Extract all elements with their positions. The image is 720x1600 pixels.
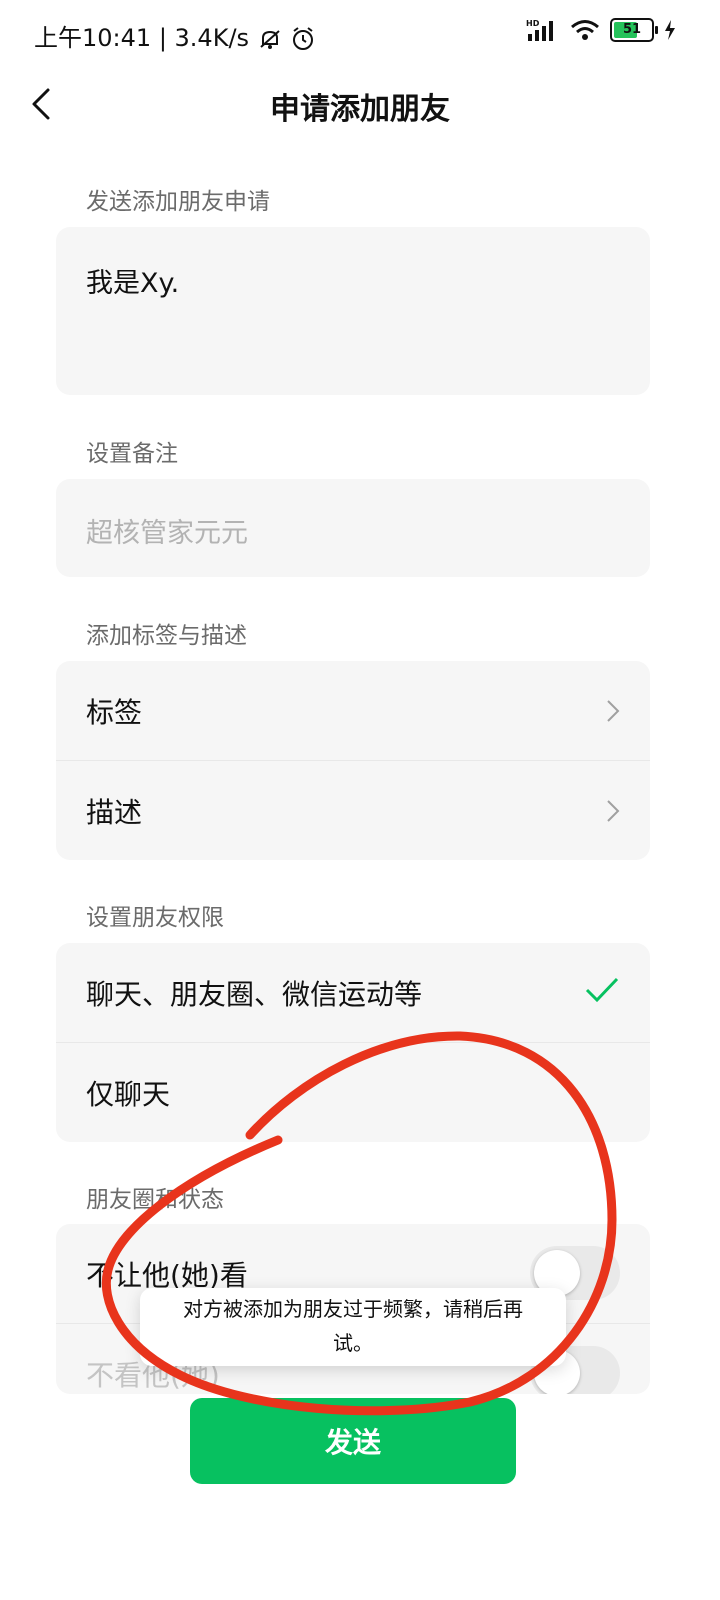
permissions-card: 聊天、朋友圈、微信运动等 仅聊天 xyxy=(56,943,650,1142)
request-section-label: 发送添加朋友申请 xyxy=(86,189,270,215)
chevron-right-icon xyxy=(607,700,620,722)
permission-option-chat-only[interactable]: 仅聊天 xyxy=(56,1043,650,1142)
send-button[interactable]: 发送 xyxy=(190,1398,516,1484)
mute-icon xyxy=(260,30,280,49)
wifi-icon xyxy=(571,20,599,40)
svg-text:HD: HD xyxy=(526,19,540,28)
tags-section-label: 添加标签与描述 xyxy=(86,623,247,649)
chevron-right-icon xyxy=(607,800,620,822)
status-bar: 上午10:41 | 3.4K/s HD 51 xyxy=(0,0,720,64)
toast-message: 对方被添加为朋友过于频繁，请稍后再试。 xyxy=(140,1288,566,1366)
header: 申请添加朋友 xyxy=(0,68,720,138)
permission-all-label: 聊天、朋友圈、微信运动等 xyxy=(86,978,423,1011)
remark-placeholder: 超核管家元元 xyxy=(86,518,248,549)
status-time: 上午10:41 xyxy=(34,24,152,52)
permission-option-all[interactable]: 聊天、朋友圈、微信运动等 xyxy=(56,943,650,1043)
moments-section-label: 朋友圈和状态 xyxy=(86,1187,224,1213)
permissions-section-label: 设置朋友权限 xyxy=(86,905,224,931)
tag-row[interactable]: 标签 xyxy=(56,661,650,761)
remark-input[interactable]: 超核管家元元 xyxy=(56,479,650,577)
network-speed: 3.4K/s xyxy=(174,24,250,52)
request-message-text: 我是Xy. xyxy=(86,268,180,299)
permission-chat-only-label: 仅聊天 xyxy=(86,1078,171,1111)
tag-label: 标签 xyxy=(86,696,143,729)
charging-icon xyxy=(665,20,675,40)
description-row[interactable]: 描述 xyxy=(56,761,650,860)
battery-level: 51 xyxy=(622,22,642,37)
tags-desc-card: 标签 描述 xyxy=(56,661,650,860)
remark-section-label: 设置备注 xyxy=(86,441,178,467)
request-message-box[interactable]: 我是Xy. xyxy=(56,227,650,395)
status-left: 上午10:41 | 3.4K/s xyxy=(34,18,316,53)
battery-icon: 51 xyxy=(610,18,658,42)
page-title: 申请添加朋友 xyxy=(270,92,450,127)
description-label: 描述 xyxy=(86,796,143,829)
alarm-icon xyxy=(293,27,314,50)
signal-icon: HD xyxy=(526,19,553,41)
status-right: HD 51 xyxy=(526,18,676,42)
checkmark-icon xyxy=(585,977,619,1003)
